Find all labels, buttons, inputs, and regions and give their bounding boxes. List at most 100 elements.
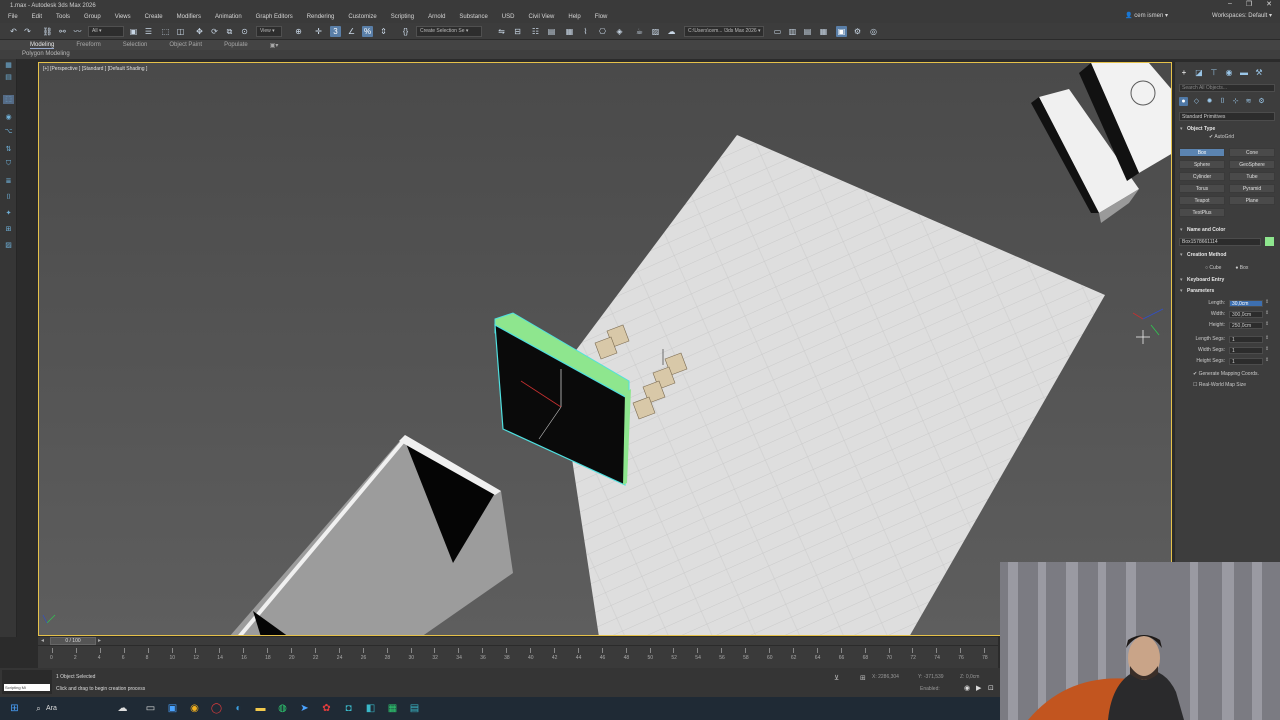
minimize-icon[interactable]: – xyxy=(1228,0,1232,8)
opera-icon[interactable]: ◯ xyxy=(210,702,223,715)
rotate-icon[interactable]: ⟳ xyxy=(209,26,220,37)
snaps-toggle-icon[interactable]: 3 xyxy=(330,26,341,37)
curve-editor-icon[interactable]: ⌇ xyxy=(580,26,591,37)
unlink-icon[interactable]: ⚯ xyxy=(57,26,68,37)
utilities-tab-icon[interactable]: ⚒ xyxy=(1254,68,1264,78)
display-icon[interactable]: ◉ xyxy=(3,113,14,122)
render-frame-icon[interactable]: ▨ xyxy=(650,26,661,37)
edge-icon[interactable]: ◐ xyxy=(232,702,245,715)
primitive-category-dropdown[interactable]: Standard Primitives xyxy=(1179,112,1275,121)
selection-filter-dropdown[interactable]: All ▾ xyxy=(88,26,124,37)
menu-customize[interactable]: Customize xyxy=(348,14,376,20)
shapes-category-icon[interactable]: ◇ xyxy=(1192,97,1201,106)
sphere-button[interactable]: Sphere xyxy=(1179,160,1225,169)
width-segs-spinner-icon[interactable]: ⇕ xyxy=(1265,346,1269,352)
time-slider[interactable]: 0 / 100 ◂ ▸ xyxy=(38,637,998,645)
menu-scripting[interactable]: Scripting xyxy=(391,14,414,20)
mirror-icon[interactable]: ⇋ xyxy=(496,26,507,37)
toggle-ribbon-icon[interactable]: ▦ xyxy=(564,26,575,37)
windows-start-icon[interactable]: ⊞ xyxy=(8,702,21,715)
folder-icon[interactable]: ▬ xyxy=(254,702,267,715)
modify-tab-icon[interactable]: ◪ xyxy=(1194,68,1204,78)
real-world-map-checkbox[interactable]: ☐ Real-World Map Size xyxy=(1193,382,1246,388)
viewport-label[interactable]: [+] [Perspective ] [Standard ] [Default … xyxy=(43,66,147,72)
spinner-snap-icon[interactable]: ⇕ xyxy=(378,26,389,37)
user-account[interactable]: 👤 cem ismen ▾ xyxy=(1125,12,1168,19)
height-segs-spinner-icon[interactable]: ⇕ xyxy=(1265,357,1269,363)
task-view-icon[interactable]: ▭ xyxy=(144,702,157,715)
tube-button[interactable]: Tube xyxy=(1229,172,1275,181)
render-setup-icon[interactable]: ☕ xyxy=(634,26,645,37)
open-explorer-icon[interactable]: ▭ xyxy=(772,26,783,37)
angle-snap-icon[interactable]: ∠ xyxy=(346,26,357,37)
plane-button[interactable]: Plane xyxy=(1229,196,1275,205)
scale-icon[interactable]: ⧉ xyxy=(224,26,235,37)
motion-tab-icon[interactable]: ◉ xyxy=(1224,68,1234,78)
schematic-view-icon[interactable]: ⎔ xyxy=(597,26,608,37)
reference-coord-dropdown[interactable]: View ▾ xyxy=(256,26,282,37)
scene-canvas[interactable] xyxy=(39,63,1172,636)
time-next-icon[interactable]: ▸ xyxy=(98,637,101,644)
lights-category-icon[interactable]: ✹ xyxy=(1205,97,1214,106)
davinci-icon[interactable]: ✿ xyxy=(320,702,333,715)
creation-method-title[interactable]: Creation Method xyxy=(1179,251,1277,260)
sort-icon[interactable]: ⇅ xyxy=(3,145,14,154)
cone-button[interactable]: Cone xyxy=(1229,148,1275,157)
torus-button[interactable]: Torus xyxy=(1179,184,1225,193)
menu-arnold[interactable]: Arnold xyxy=(428,14,445,20)
menu-animation[interactable]: Animation xyxy=(215,14,242,20)
redo-icon[interactable]: ↷ xyxy=(22,26,33,37)
pyramid-button[interactable]: Pyramid xyxy=(1229,184,1275,193)
widgets-icon[interactable]: ☁ xyxy=(116,702,129,715)
maxscript-mini-input[interactable]: Scripting Mi xyxy=(4,684,50,691)
hierarchy-tab-icon[interactable]: ⊤ xyxy=(1209,68,1219,78)
menu-modifiers[interactable]: Modifiers xyxy=(177,14,201,20)
width-input[interactable]: 300,0cm xyxy=(1229,311,1263,318)
link-icon[interactable]: ⛓ xyxy=(42,26,53,37)
helpers-category-icon[interactable]: ⊹ xyxy=(1231,97,1240,106)
textplus-button[interactable]: TextPlus xyxy=(1179,208,1225,217)
systems-category-icon[interactable]: ⚙ xyxy=(1257,97,1266,106)
max-app-icon[interactable]: ◘ xyxy=(342,702,355,715)
layer-explorer-icon[interactable]: ▤ xyxy=(546,26,557,37)
height-input[interactable]: 250,0cm xyxy=(1229,322,1263,329)
teapot-button[interactable]: Teapot xyxy=(1179,196,1225,205)
name-color-title[interactable]: Name and Color xyxy=(1179,226,1277,235)
y-coordinate[interactable]: Y: -371,539 xyxy=(918,674,944,680)
cameras-category-icon[interactable]: ⌷ xyxy=(1218,97,1227,106)
menu-graph-editors[interactable]: Graph Editors xyxy=(256,14,293,20)
hierarchy-icon[interactable]: ⌥ xyxy=(3,127,14,136)
align-icon[interactable]: ⊟ xyxy=(512,26,523,37)
create-tab-icon[interactable]: + xyxy=(1179,68,1189,78)
workspace-selector[interactable]: Workspaces: Default ▾ xyxy=(1212,12,1272,19)
filter-icon[interactable]: ⛉ xyxy=(3,159,14,168)
menu-substance[interactable]: Substance xyxy=(459,14,487,20)
tab-selection[interactable]: Selection xyxy=(123,42,148,48)
percent-snap-icon[interactable]: % xyxy=(362,26,373,37)
grid-icon[interactable]: ⊡ xyxy=(988,684,994,692)
parameters-title[interactable]: Parameters xyxy=(1179,287,1277,296)
scene-explorer-icon[interactable]: ☷ xyxy=(530,26,541,37)
file-explorer-icon[interactable]: ▣ xyxy=(166,702,179,715)
menu-help[interactable]: Help xyxy=(568,14,580,20)
perspective-viewport[interactable]: [+] [Perspective ] [Standard ] [Default … xyxy=(38,62,1172,636)
menu-edit[interactable]: Edit xyxy=(32,14,42,20)
close-icon[interactable]: ✕ xyxy=(1266,0,1272,8)
undo-icon[interactable]: ↶ xyxy=(8,26,19,37)
bind-space-warp-icon[interactable]: 〰 xyxy=(72,26,83,37)
excel-icon[interactable]: ▦ xyxy=(386,702,399,715)
width-segs-input[interactable]: 1 xyxy=(1229,347,1263,354)
length-segs-input[interactable]: 1 xyxy=(1229,336,1263,343)
menu-rendering[interactable]: Rendering xyxy=(307,14,335,20)
select-object-icon[interactable]: ▣ xyxy=(128,26,139,37)
scene-icon[interactable]: ▤ xyxy=(3,73,14,82)
ribbon-options-icon[interactable]: ▣▾ xyxy=(270,42,279,49)
menu-tools[interactable]: Tools xyxy=(56,14,70,20)
box-button[interactable]: Box xyxy=(1179,148,1225,157)
length-spinner-icon[interactable]: ⇕ xyxy=(1265,299,1269,305)
render-icon[interactable]: ☁ xyxy=(666,26,677,37)
play-icon[interactable]: ▶ xyxy=(976,684,981,692)
x-coordinate[interactable]: X: 2286,304 xyxy=(872,674,899,680)
camera-icon[interactable]: ⌷ xyxy=(3,193,14,202)
menu-views[interactable]: Views xyxy=(115,14,131,20)
